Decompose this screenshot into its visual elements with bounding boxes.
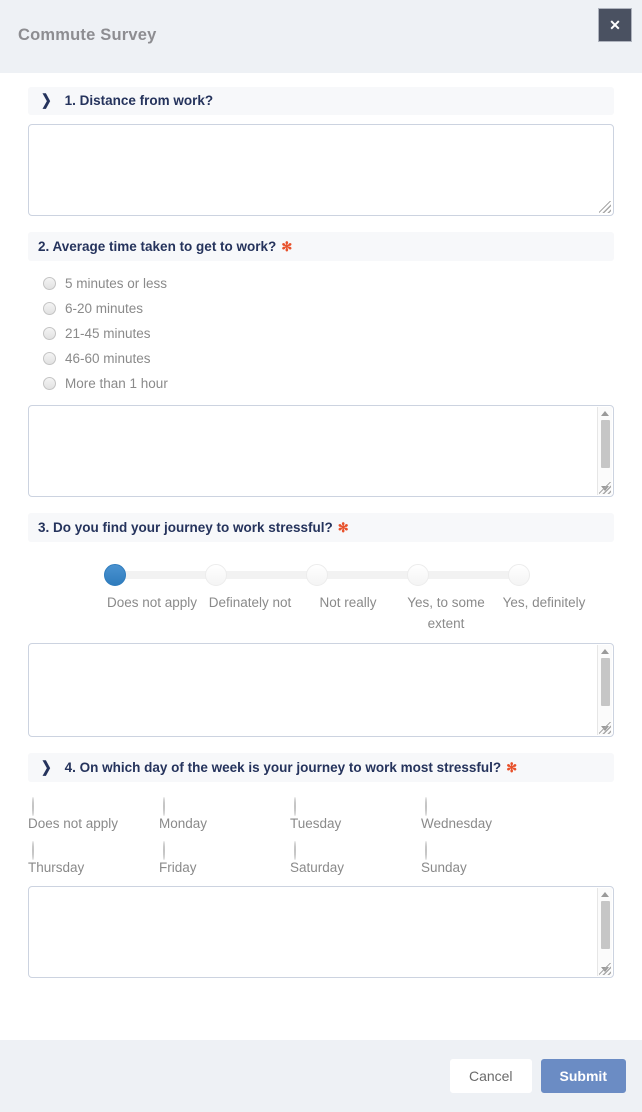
- question-2-header: 2. Average time taken to get to work? ✻: [28, 232, 614, 261]
- chevron-right-icon: ❯: [40, 92, 52, 109]
- list-item[interactable]: 46-60 minutes: [28, 346, 614, 371]
- radio-icon[interactable]: [294, 841, 296, 860]
- option-label: Friday: [159, 860, 197, 875]
- resize-grip-icon[interactable]: [599, 201, 611, 213]
- slider-handle-4[interactable]: [508, 564, 530, 586]
- resize-grip-icon[interactable]: [599, 963, 611, 975]
- chevron-right-icon: ❯: [40, 758, 52, 776]
- page-title: Commute Survey: [18, 26, 157, 44]
- question-3-comment-input[interactable]: [28, 643, 614, 737]
- option-label: Wednesday: [421, 816, 493, 831]
- list-item[interactable]: Friday: [159, 841, 290, 875]
- slider-label-4: Yes, definitely: [502, 595, 586, 610]
- slider-label-3: Yes, to some extent: [407, 595, 485, 631]
- list-item[interactable]: 21-45 minutes: [28, 321, 614, 346]
- resize-grip-icon[interactable]: [599, 482, 611, 494]
- radio-icon[interactable]: [425, 841, 427, 860]
- commute-survey-dialog: Commute Survey ✕ ❯ 1. Distance from work…: [0, 0, 642, 1112]
- radio-icon[interactable]: [43, 277, 56, 290]
- list-item[interactable]: 6-20 minutes: [28, 296, 614, 321]
- list-item[interactable]: Thursday: [28, 841, 159, 875]
- submit-button[interactable]: Submit: [540, 1059, 626, 1093]
- radio-icon[interactable]: [43, 352, 56, 365]
- radio-icon[interactable]: [43, 327, 56, 340]
- question-1-comment-input[interactable]: [28, 124, 614, 216]
- question-4-comment-input[interactable]: [28, 886, 614, 978]
- radio-icon[interactable]: [43, 377, 56, 390]
- option-label: 46-60 minutes: [65, 351, 151, 366]
- dialog-header: Commute Survey ✕: [0, 0, 642, 73]
- scroll-up-icon[interactable]: [601, 411, 609, 416]
- scrollbar-thumb[interactable]: [600, 420, 610, 468]
- slider-label-0: Does not apply: [106, 595, 198, 610]
- question-3-slider: Does not apply Definately not Not really…: [0, 548, 642, 634]
- question-2-options: 5 minutes or less 6-20 minutes 21-45 min…: [0, 267, 642, 396]
- question-3-header: 3. Do you find your journey to work stre…: [28, 513, 614, 542]
- question-4-block: ❯ 4. On which day of the week is your jo…: [0, 753, 642, 782]
- option-label: 6-20 minutes: [65, 301, 144, 316]
- slider-handle-2[interactable]: [306, 564, 328, 586]
- question-2-comment-input[interactable]: [28, 405, 614, 497]
- slider-label-1: Definately not: [208, 595, 292, 610]
- question-3-comment-wrap: [0, 643, 642, 737]
- list-item[interactable]: Monday: [159, 797, 290, 831]
- option-label: 5 minutes or less: [65, 276, 168, 291]
- day-row-1: Does not apply Monday Tuesday Wednesday: [28, 797, 614, 831]
- question-2-label: 2. Average time taken to get to work?: [38, 238, 277, 254]
- question-1-label: 1. Distance from work?: [64, 93, 214, 108]
- slider-label-2: Not really: [319, 595, 377, 610]
- dialog-footer: Cancel Submit: [0, 1040, 642, 1112]
- radio-icon[interactable]: [294, 797, 296, 816]
- radio-icon[interactable]: [32, 797, 34, 816]
- option-label: Does not apply: [28, 816, 119, 831]
- resize-grip-icon[interactable]: [599, 722, 611, 734]
- scroll-up-icon[interactable]: [601, 649, 609, 654]
- question-1-header[interactable]: ❯ 1. Distance from work?: [28, 87, 614, 115]
- slider-handle-3[interactable]: [407, 564, 429, 586]
- close-icon[interactable]: ✕: [598, 8, 632, 42]
- option-label: Tuesday: [290, 816, 342, 831]
- question-3-block: 3. Do you find your journey to work stre…: [0, 513, 642, 542]
- option-label: Thursday: [28, 860, 85, 875]
- day-row-2: Thursday Friday Saturday Sunday: [28, 841, 614, 875]
- scrollbar-thumb[interactable]: [600, 658, 610, 706]
- option-label: Saturday: [290, 860, 345, 875]
- slider-labels: Does not apply Definately not Not really…: [28, 592, 614, 634]
- question-2-block: 2. Average time taken to get to work? ✻: [0, 232, 642, 261]
- option-label: More than 1 hour: [65, 376, 168, 391]
- question-1-block: ❯ 1. Distance from work?: [0, 87, 642, 115]
- list-item[interactable]: Does not apply: [28, 797, 159, 831]
- list-item[interactable]: Sunday: [421, 841, 552, 875]
- slider-track-area[interactable]: [104, 564, 530, 586]
- list-item[interactable]: Saturday: [290, 841, 421, 875]
- required-asterisk-icon: ✻: [337, 520, 349, 535]
- radio-icon[interactable]: [163, 841, 165, 860]
- slider-handle-1[interactable]: [205, 564, 227, 586]
- option-label: Sunday: [421, 860, 467, 875]
- question-3-label: 3. Do you find your journey to work stre…: [38, 519, 333, 535]
- question-4-header[interactable]: ❯ 4. On which day of the week is your jo…: [28, 753, 614, 782]
- option-label: 21-45 minutes: [65, 326, 151, 341]
- cancel-button[interactable]: Cancel: [449, 1059, 532, 1093]
- list-item[interactable]: Wednesday: [421, 797, 552, 831]
- radio-icon[interactable]: [43, 302, 56, 315]
- question-4-comment-wrap: [0, 886, 642, 978]
- radio-icon[interactable]: [163, 797, 165, 816]
- list-item[interactable]: More than 1 hour: [28, 371, 614, 396]
- question-1-comment-wrap: [0, 124, 642, 216]
- survey-body: ❯ 1. Distance from work? 2. Average time…: [0, 73, 642, 1040]
- scrollbar-thumb[interactable]: [600, 901, 610, 949]
- required-asterisk-icon: ✻: [506, 760, 518, 775]
- slider-handle-0[interactable]: [104, 564, 126, 586]
- question-4-label: 4. On which day of the week is your jour…: [64, 759, 502, 775]
- question-4-options: Does not apply Monday Tuesday Wednesday: [0, 788, 642, 875]
- option-label: Monday: [159, 816, 208, 831]
- required-asterisk-icon: ✻: [281, 239, 293, 254]
- radio-icon[interactable]: [32, 841, 34, 860]
- question-2-comment-wrap: [0, 405, 642, 497]
- radio-icon[interactable]: [425, 797, 427, 816]
- list-item[interactable]: Tuesday: [290, 797, 421, 831]
- list-item[interactable]: 5 minutes or less: [28, 271, 614, 296]
- scroll-up-icon[interactable]: [601, 892, 609, 897]
